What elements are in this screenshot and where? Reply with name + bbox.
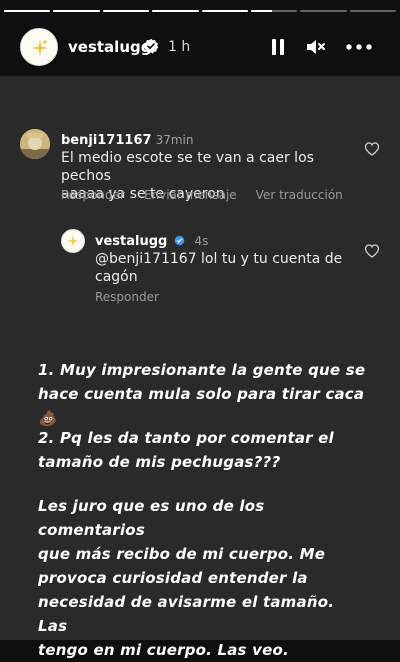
reply-username[interactable]: vestalugg [95,234,167,249]
reply-time: 4s [194,234,209,248]
commenter-username[interactable]: benji171167 [61,133,152,148]
reply-avatar[interactable] [61,229,85,253]
story-progress-fill [102,10,150,12]
comment-header: benji171167 37min [61,129,193,148]
speaker-muted-icon [307,40,325,54]
story-progress-fill [152,10,199,12]
send-message-button[interactable]: Enviar mensaje [144,188,237,202]
mute-button[interactable] [304,35,328,59]
sparkle-logo-icon [67,235,79,247]
commenter-avatar[interactable] [20,129,50,159]
story-text-line: que más recibo de mi cuerpo. Me [38,545,326,563]
story-progress-segment [53,10,100,12]
reply-button[interactable]: Responder [61,188,125,202]
like-heart-icon[interactable] [364,141,380,157]
reply-text-line: cagón [95,269,138,285]
story-text-block-1: 1. Muy impresionante la gente que se hac… [38,358,368,430]
story-progress-fill [4,10,51,12]
see-translation-button[interactable]: Ver traducción [256,188,343,202]
comment-reply: vestalugg 4s @benji171167 lol tu y tu cu… [0,221,400,311]
pause-button[interactable] [266,35,290,59]
story-progress-segment [201,10,248,12]
reply-header: vestalugg 4s [95,230,208,249]
story-text-line: Les juro que es uno de los comentarios [38,497,265,539]
story-text-line: tamaño de mis pechugas??? [38,453,281,471]
more-dots-icon [346,44,372,50]
story-progress-fill [250,10,272,12]
story-progress-fill [201,10,248,12]
reply-button[interactable]: Responder [95,290,159,304]
sparkle-logo-icon [32,40,48,56]
commenter-photo-icon [20,129,50,159]
story-progress-segment [4,10,51,12]
profile-avatar[interactable] [20,28,58,66]
like-heart-icon[interactable] [364,243,380,259]
story-header: vestalugg 1 h [0,26,400,68]
story-username[interactable]: vestalugg [68,38,151,56]
comment-text-line: El medio escote se te van a caer los pec… [61,150,314,184]
story-progress-segment [250,10,298,12]
story-progress-bar [4,10,396,12]
verified-badge-icon [175,235,185,246]
story-text-line: 2. Pq les da tanto por comentar el [38,429,334,447]
story-text-line: necesidad de avisarme el tamaño. Las [38,593,335,635]
comment-original: benji171167 37min El medio escote se te v… [0,76,400,216]
verified-badge-icon [143,38,159,54]
story-text-block-3: Les juro que es uno de los comentarios q… [38,494,368,662]
reply-text: @benji171167 lol tu y tu cuenta de cagón [95,250,345,286]
story-text-block-2: 2. Pq les da tanto por comentar el tamañ… [38,426,368,474]
reply-actions: Responder [95,290,159,304]
story-text-line: provoca curiosidad entender la [38,569,308,587]
comment-time: 37min [155,133,194,147]
story-progress-segment [152,10,199,12]
pause-icon [272,39,284,55]
comment-actions: Responder Enviar mensaje Ver traducción [61,188,343,202]
story-text-line: hace cuenta mula solo para tirar caca 💩 [38,385,365,427]
story-progress-segment [300,10,347,12]
story-progress-segment [349,10,396,12]
story-content[interactable]: benji171167 37min El medio escote se te v… [0,76,400,659]
reply-text-line: @benji171167 lol tu y tu cuenta de [95,251,343,267]
story-progress-fill [53,10,100,12]
story-text-line: tengo en mi cuerpo. Las veo. [38,641,289,659]
story-text-line: 1. Muy impresionante la gente que se [38,361,366,379]
story-time-ago: 1 h [168,39,191,55]
story-progress-segment [102,10,150,12]
more-options-button[interactable] [345,35,373,59]
